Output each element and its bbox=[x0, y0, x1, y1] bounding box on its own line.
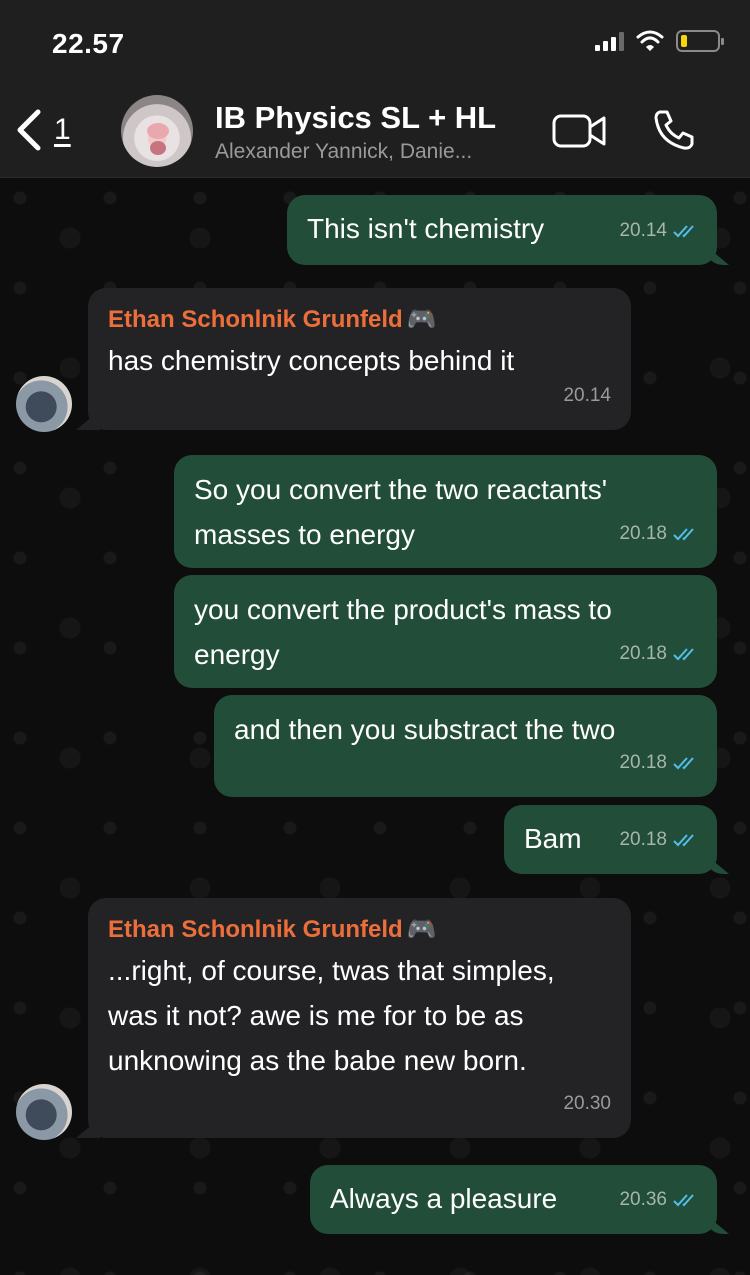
message-bubble-outgoing[interactable]: So you convert the two reactants' masses… bbox=[174, 455, 717, 568]
message-text: has chemistry concepts behind it bbox=[108, 345, 515, 376]
message-time: 20.18 bbox=[619, 523, 667, 544]
video-call-icon[interactable] bbox=[552, 113, 606, 149]
message-meta: 20.14 bbox=[619, 208, 697, 253]
sender-name[interactable]: Ethan Schonlnik Grunfeld 🎮 bbox=[108, 302, 611, 338]
group-title: IB Physics SL + HL bbox=[215, 100, 497, 135]
message-text: ...right, of course, twas that simples, … bbox=[108, 955, 555, 1076]
message-bubble-incoming[interactable]: Ethan Schonlnik Grunfeld 🎮 has chemistry… bbox=[88, 288, 631, 430]
double-check-read-icon bbox=[673, 647, 694, 660]
sender-name[interactable]: Ethan Schonlnik Grunfeld 🎮 bbox=[108, 912, 611, 948]
message-meta: 20.18 bbox=[619, 631, 697, 676]
group-avatar[interactable] bbox=[121, 95, 193, 167]
message-bubble-outgoing[interactable]: Always a pleasure 20.36 bbox=[310, 1165, 717, 1234]
message-bubble-outgoing[interactable]: This isn't chemistry 20.14 bbox=[287, 195, 717, 265]
message-bubble-outgoing[interactable]: and then you substract the two 20.18 bbox=[214, 695, 717, 797]
status-icons bbox=[595, 30, 724, 52]
unread-count: 1 bbox=[54, 113, 71, 146]
message-meta: 20.30 bbox=[563, 1081, 611, 1126]
battery-icon bbox=[676, 30, 724, 52]
message-time: 20.18 bbox=[619, 752, 667, 773]
back-button[interactable]: 1 bbox=[14, 108, 71, 152]
message-text: So you convert the two reactants' masses… bbox=[194, 474, 608, 550]
chat-area[interactable]: This isn't chemistry 20.14 Ethan Schonln… bbox=[0, 178, 750, 1275]
status-time: 22.57 bbox=[52, 28, 125, 59]
message-meta: 20.36 bbox=[619, 1177, 697, 1222]
message-bubble-outgoing[interactable]: you convert the product's mass to energy… bbox=[174, 575, 717, 688]
double-check-read-icon bbox=[673, 224, 694, 237]
cellular-signal-icon bbox=[595, 31, 624, 51]
message-text: Always a pleasure bbox=[330, 1183, 558, 1214]
message-meta: 20.18 bbox=[619, 740, 697, 785]
wifi-icon bbox=[636, 30, 664, 51]
sender-avatar[interactable] bbox=[16, 1084, 72, 1140]
message-bubble-outgoing[interactable]: Bam 20.18 bbox=[504, 805, 717, 874]
message-meta: 20.14 bbox=[563, 373, 611, 418]
chevron-left-icon bbox=[17, 109, 41, 151]
chat-header: 22.57 1 IB Physics SL + HL Alexander Yan… bbox=[0, 0, 750, 178]
message-time: 20.18 bbox=[619, 829, 667, 850]
double-check-read-icon bbox=[673, 756, 694, 769]
message-text: Bam bbox=[524, 823, 582, 854]
double-check-read-icon bbox=[673, 1193, 694, 1206]
game-controller-icon: 🎮 bbox=[406, 916, 437, 943]
message-bubble-incoming[interactable]: Ethan Schonlnik Grunfeld 🎮 ...right, of … bbox=[88, 898, 631, 1138]
message-text: This isn't chemistry bbox=[307, 213, 545, 244]
message-time: 20.14 bbox=[619, 220, 667, 241]
chat-title-block[interactable]: IB Physics SL + HL Alexander Yannick, Da… bbox=[215, 100, 545, 164]
phone-icon[interactable] bbox=[652, 108, 696, 152]
double-check-read-icon bbox=[673, 833, 694, 846]
message-meta: 20.18 bbox=[619, 817, 697, 862]
message-time: 20.30 bbox=[563, 1093, 611, 1114]
message-time: 20.18 bbox=[619, 643, 667, 664]
message-time: 20.36 bbox=[619, 1189, 667, 1210]
group-members: Alexander Yannick, Danie... bbox=[215, 140, 473, 163]
message-meta: 20.18 bbox=[619, 511, 697, 556]
sender-avatar[interactable] bbox=[16, 376, 72, 432]
message-time: 20.14 bbox=[563, 385, 611, 406]
game-controller-icon: 🎮 bbox=[406, 306, 437, 333]
double-check-read-icon bbox=[673, 527, 694, 540]
